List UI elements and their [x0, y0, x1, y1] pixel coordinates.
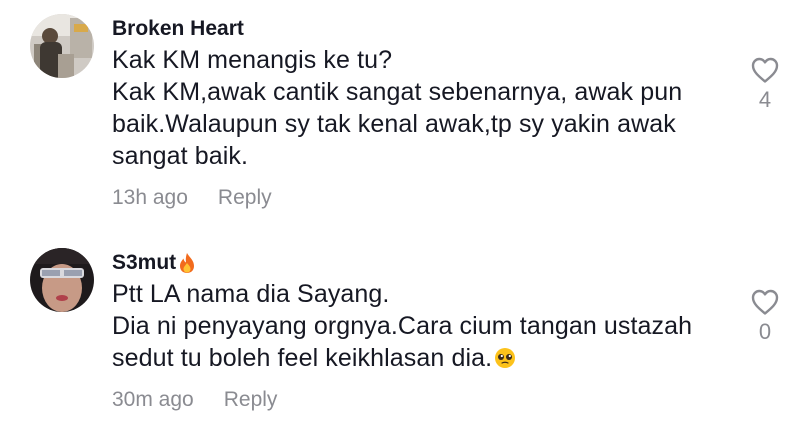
like-control: 4 — [748, 56, 782, 114]
timestamp: 13h ago — [112, 186, 188, 209]
like-count: 4 — [758, 87, 772, 112]
avatar[interactable] — [30, 248, 94, 312]
comment-body: Broken Heart Kak KM menangis ke tu? Kak … — [112, 14, 712, 212]
comment-text-line: Dia ni penyayang orgnya.Cara cium tangan… — [112, 312, 693, 340]
comment-text-line: sangat baik. — [112, 142, 249, 170]
comment-meta: 30m ago Reply — [112, 386, 712, 414]
user-photo-avatar — [30, 248, 94, 312]
like-control: 0 — [748, 288, 782, 346]
comment-text-line: sedut tu boleh feel keikhlasan dia. — [112, 342, 712, 374]
pleading-face-icon — [495, 348, 516, 368]
comment-body: S3mut Ptt LA nama dia Sayang. Dia ni pen… — [112, 248, 712, 414]
comment-text-line: Kak KM,awak cantik sangat sebenarnya, aw… — [112, 78, 683, 106]
comment-text-line: Ptt LA nama dia Sayang. — [112, 280, 390, 308]
fire-icon — [180, 253, 195, 273]
username[interactable]: Broken Heart — [112, 14, 712, 44]
avatar[interactable] — [30, 14, 94, 78]
like-count: 0 — [758, 319, 772, 344]
reply-button[interactable]: Reply — [224, 386, 278, 414]
timestamp: 30m ago — [112, 388, 194, 411]
comment-text-line: baik.Walaupun sy tak kenal awak,tp sy ya… — [112, 110, 676, 138]
heart-outline-icon[interactable] — [750, 56, 780, 84]
reply-button[interactable]: Reply — [218, 184, 272, 212]
comment-meta: 13h ago Reply — [112, 184, 712, 212]
comment-text-line: Kak KM menangis ke tu? — [112, 46, 393, 74]
user-photo-avatar — [30, 14, 94, 78]
heart-outline-icon[interactable] — [750, 288, 780, 316]
username[interactable]: S3mut — [112, 248, 712, 278]
